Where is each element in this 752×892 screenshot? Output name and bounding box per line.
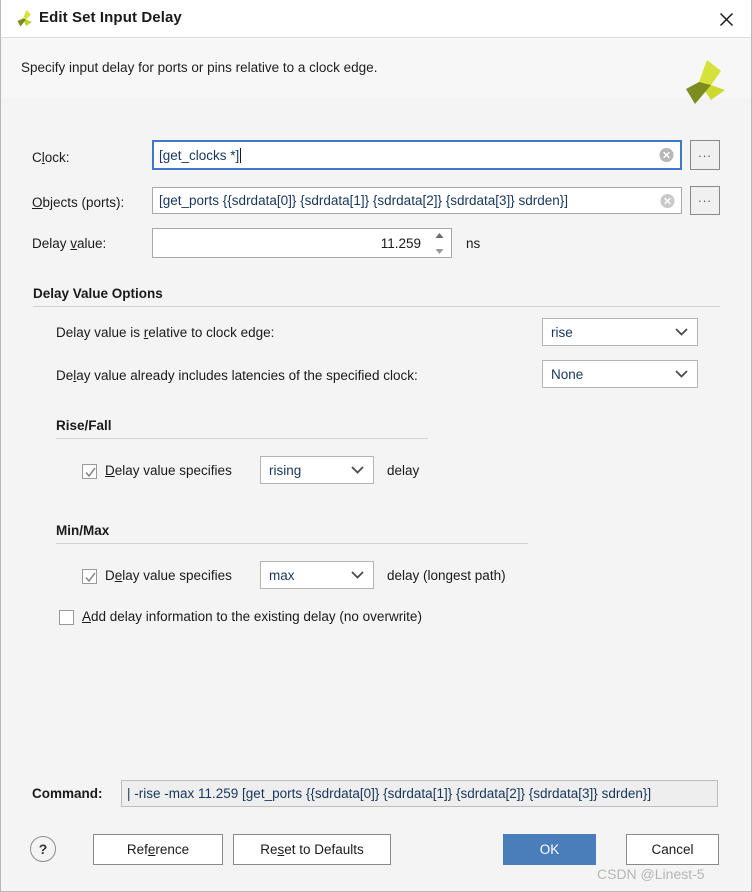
delay-value-label: Delay value:: [32, 236, 107, 251]
spinner-down-icon[interactable]: [434, 245, 445, 260]
vivado-pinwheel-icon: [13, 9, 33, 29]
reference-button[interactable]: Reference: [93, 834, 223, 865]
clear-circle-icon[interactable]: [659, 148, 674, 163]
clear-circle-icon[interactable]: [660, 193, 675, 208]
checkmark-icon: [85, 572, 96, 583]
objects-browse-button[interactable]: ...: [690, 186, 720, 215]
add-delay-checkbox-label: Add delay information to the existing de…: [82, 609, 422, 624]
clock-input-value: [get_clocks *]: [159, 147, 240, 163]
text-caret: [240, 147, 242, 163]
help-label: ?: [38, 841, 48, 857]
ok-label: OK: [539, 842, 560, 857]
min-max-title: Min/Max: [56, 523, 110, 538]
dialog-body: Clock: [get_clocks *] ... Objects (ports…: [2, 98, 751, 753]
min-max-select-value: max: [269, 567, 295, 583]
spinner-up-icon[interactable]: [434, 230, 445, 245]
objects-label: Objects (ports):: [32, 195, 125, 210]
relative-clock-edge-select[interactable]: rise: [542, 318, 698, 346]
delay-value-stepper[interactable]: [434, 230, 445, 256]
command-input[interactable]: | -rise -max 11.259 [get_ports {{sdrdata…: [121, 780, 718, 807]
cancel-label: Cancel: [651, 842, 694, 857]
title-bar: Edit Set Input Delay: [1, 0, 751, 38]
objects-input[interactable]: [get_ports {{sdrdata[0]} {sdrdata[1]} {s…: [152, 187, 682, 214]
rise-fall-title: Rise/Fall: [56, 418, 112, 433]
delay-value-options-rule: [33, 306, 720, 307]
chevron-down-icon: [675, 367, 688, 382]
relative-clock-edge-value: rise: [551, 324, 573, 340]
rise-fall-suffix: delay: [387, 463, 420, 478]
edit-set-input-delay-dialog: Edit Set Input Delay Specify input delay…: [0, 0, 752, 892]
checkmark-icon: [85, 467, 96, 478]
clock-label: Clock:: [32, 150, 70, 165]
min-max-checkbox[interactable]: [82, 569, 97, 584]
includes-latencies-select[interactable]: None: [542, 360, 698, 388]
rise-fall-select-value: rising: [269, 462, 302, 478]
chevron-down-icon: [351, 463, 364, 478]
min-max-rule: [56, 543, 528, 544]
objects-input-value: [get_ports {{sdrdata[0]} {sdrdata[1]} {s…: [159, 193, 569, 208]
clock-browse-button[interactable]: ...: [690, 140, 720, 170]
chevron-down-icon: [351, 568, 364, 583]
relative-to-clock-edge-label: Delay value is relative to clock edge:: [56, 325, 275, 340]
reset-to-defaults-button[interactable]: Reset to Defaults: [233, 834, 391, 865]
delay-value-unit: ns: [466, 236, 481, 251]
help-button[interactable]: ?: [30, 836, 56, 862]
delay-value-options-title: Delay Value Options: [33, 286, 163, 301]
dialog-header: Specify input delay for ports or pins re…: [2, 38, 751, 98]
reference-label: Reference: [126, 842, 190, 857]
close-icon[interactable]: [707, 4, 747, 34]
command-label: Command:: [32, 786, 103, 801]
clock-input[interactable]: [get_clocks *]: [152, 140, 682, 170]
reset-to-defaults-label: Reset to Defaults: [260, 842, 364, 857]
ok-button[interactable]: OK: [503, 834, 596, 865]
rise-fall-checkbox-label: Delay value specifies: [105, 463, 232, 478]
rise-fall-rule: [56, 438, 428, 439]
watermark: CSDN @Linest-5: [597, 866, 705, 882]
clock-browse-label: ...: [698, 144, 712, 160]
min-max-select[interactable]: max: [260, 561, 374, 589]
includes-latencies-label: Delay value already includes latencies o…: [56, 368, 418, 383]
min-max-suffix: delay (longest path): [387, 568, 506, 583]
includes-latencies-value: None: [551, 366, 584, 382]
command-value: | -rise -max 11.259 [get_ports {{sdrdata…: [127, 786, 652, 801]
min-max-checkbox-label: Delay value specifies: [105, 568, 232, 583]
rise-fall-checkbox[interactable]: [82, 464, 97, 479]
delay-value-input[interactable]: 11.259: [152, 228, 452, 258]
delay-value-text: 11.259: [380, 235, 421, 251]
add-delay-checkbox[interactable]: [59, 610, 74, 625]
window-title: Edit Set Input Delay: [39, 9, 182, 26]
objects-browse-label: ...: [698, 190, 712, 205]
cancel-button[interactable]: Cancel: [626, 834, 719, 865]
rise-fall-select[interactable]: rising: [260, 456, 374, 484]
chevron-down-icon: [675, 325, 688, 340]
dialog-description: Specify input delay for ports or pins re…: [21, 60, 378, 75]
